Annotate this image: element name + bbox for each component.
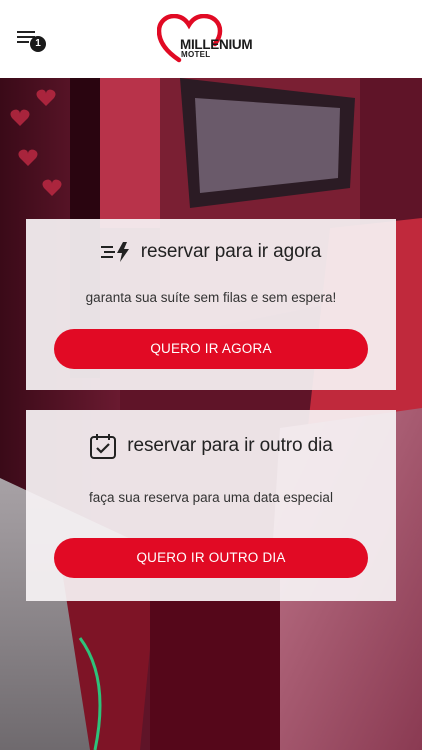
reserve-now-subtitle: garanta sua suíte sem filas e sem espera… <box>85 290 337 305</box>
reserve-now-title: reservar para ir agora <box>140 241 322 262</box>
go-other-day-button[interactable]: QUERO IR OUTRO DIA <box>54 538 368 578</box>
logo-subtitle: MOTEL <box>181 50 211 59</box>
reserve-now-header: reservar para ir agora <box>26 241 396 263</box>
calendar-check-icon <box>90 434 117 459</box>
reserve-later-title: reservar para ir outro dia <box>127 435 333 456</box>
notification-badge: 1 <box>30 36 46 52</box>
reserve-now-card: reservar para ir agora garanta sua suíte… <box>26 219 396 390</box>
brand-logo: MILLENIUM MOTEL <box>157 14 265 64</box>
app-header: 1 MILLENIUM MOTEL <box>0 0 422 78</box>
reserve-later-subtitle: faça sua reserva para uma data especial <box>89 490 333 505</box>
reserve-later-card: reservar para ir outro dia faça sua rese… <box>26 410 396 601</box>
speed-lightning-icon <box>100 242 129 262</box>
menu-button[interactable]: 1 <box>17 30 51 54</box>
go-now-button[interactable]: QUERO IR AGORA <box>54 329 368 369</box>
reserve-later-header: reservar para ir outro dia <box>26 432 396 460</box>
